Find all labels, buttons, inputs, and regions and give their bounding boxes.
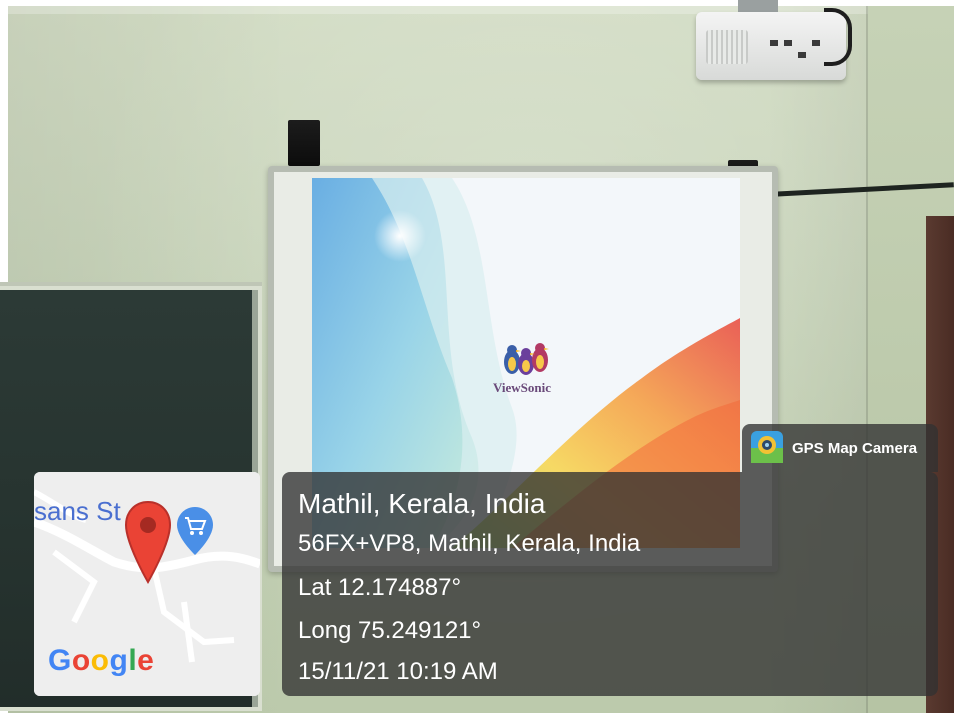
map-street-label: sans St [34,496,121,526]
google-logo-letter: l [128,644,138,677]
viewsonic-birds-logo [504,343,549,375]
viewsonic-wordmark: ViewSonic [492,380,552,395]
location-pin-icon [124,500,172,589]
projector-port [812,40,820,46]
shopping-cart-icon [176,506,214,561]
gps-app-name: GPS Map Camera [792,440,918,457]
left-speaker [288,120,320,166]
google-logo-letter: G [48,644,72,677]
projector-cable [824,8,852,66]
latitude-text: Lat 12.174887° [298,574,462,601]
google-logo-letter: e [137,644,155,677]
projector-port [770,40,778,46]
place-name: Mathil, Kerala, India [298,488,546,519]
google-logo: Google [48,644,154,678]
google-logo-letter: g [109,644,129,677]
datetime-text: 15/11/21 10:19 AM [298,658,498,685]
gps-map-camera-icon [750,430,784,464]
address-line: 56FX+VP8, Mathil, Kerala, India [298,530,641,557]
google-logo-letter: o [90,644,110,677]
projector-port [784,40,792,46]
projector-vent [706,30,748,64]
projector-port [798,52,806,58]
longitude-text: Long 75.249121° [298,617,482,644]
google-logo-letter: o [71,644,91,677]
